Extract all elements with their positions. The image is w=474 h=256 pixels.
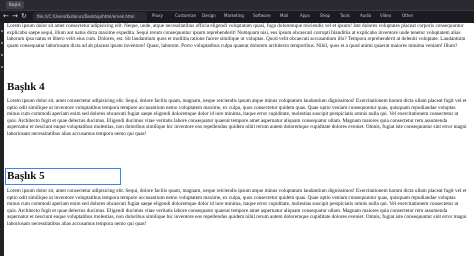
section-top: Lorem ipsum dolor sit amet consectetur a… bbox=[7, 23, 469, 49]
page-content: Lorem ipsum dolor sit amet consectetur a… bbox=[5, 23, 469, 256]
side-icon[interactable] bbox=[1, 66, 3, 68]
side-icon[interactable] bbox=[1, 42, 3, 44]
paragraph-5: Lorem ipsum dolor sit, amet consectetur … bbox=[7, 188, 467, 227]
bookmark-2[interactable]: Design bbox=[202, 13, 216, 19]
bookmark-3[interactable]: Marketing bbox=[224, 13, 244, 19]
bookmark-0[interactable]: Proxy bbox=[152, 13, 163, 19]
bookmark-7[interactable]: Shop bbox=[320, 13, 330, 19]
paragraph-top: Lorem ipsum dolor sit amet consectetur a… bbox=[7, 23, 466, 49]
back-icon[interactable]: ← bbox=[3, 12, 9, 20]
side-icon[interactable] bbox=[1, 30, 3, 32]
bookmark-6[interactable]: Apps bbox=[300, 13, 310, 19]
tab-active[interactable]: Başlık bbox=[6, 1, 24, 9]
side-rail bbox=[0, 22, 4, 256]
tab-strip: Başlık bbox=[0, 0, 474, 10]
bookmark-10[interactable]: Video bbox=[380, 13, 391, 19]
toolbar: ← → ↻ file:///C:/Users/Kullanıcı/Desktop… bbox=[0, 10, 474, 23]
heading-5[interactable]: Başlık 5 bbox=[5, 168, 121, 185]
bookmark-8[interactable]: Tools bbox=[340, 13, 350, 19]
heading-4: Başlık 4 bbox=[7, 81, 45, 93]
bookmark-5[interactable]: Mail bbox=[280, 13, 288, 19]
browser-chrome: Başlık ← → ↻ file:///C:/Users/Kullanıcı/… bbox=[0, 0, 474, 23]
section-4: Başlık 4 Lorem ipsum dolor sit, amet con… bbox=[7, 81, 469, 138]
forward-icon[interactable]: → bbox=[12, 12, 18, 20]
reload-icon[interactable]: ↻ bbox=[21, 12, 27, 20]
bookmark-9[interactable]: Audio bbox=[360, 13, 371, 19]
address-bar[interactable]: file:///C:/Users/Kullanıcı/Desktop/html/… bbox=[33, 12, 147, 21]
bookmark-4[interactable]: Software bbox=[253, 13, 271, 19]
bookmark-1[interactable]: Customize bbox=[175, 13, 196, 19]
side-icon[interactable] bbox=[1, 54, 3, 56]
paragraph-4: Lorem ipsum dolor sit, amet consectetur … bbox=[7, 98, 467, 137]
bookmark-11[interactable]: Other bbox=[402, 13, 413, 19]
section-5: Başlık 5 Lorem ipsum dolor sit, amet con… bbox=[5, 168, 469, 228]
